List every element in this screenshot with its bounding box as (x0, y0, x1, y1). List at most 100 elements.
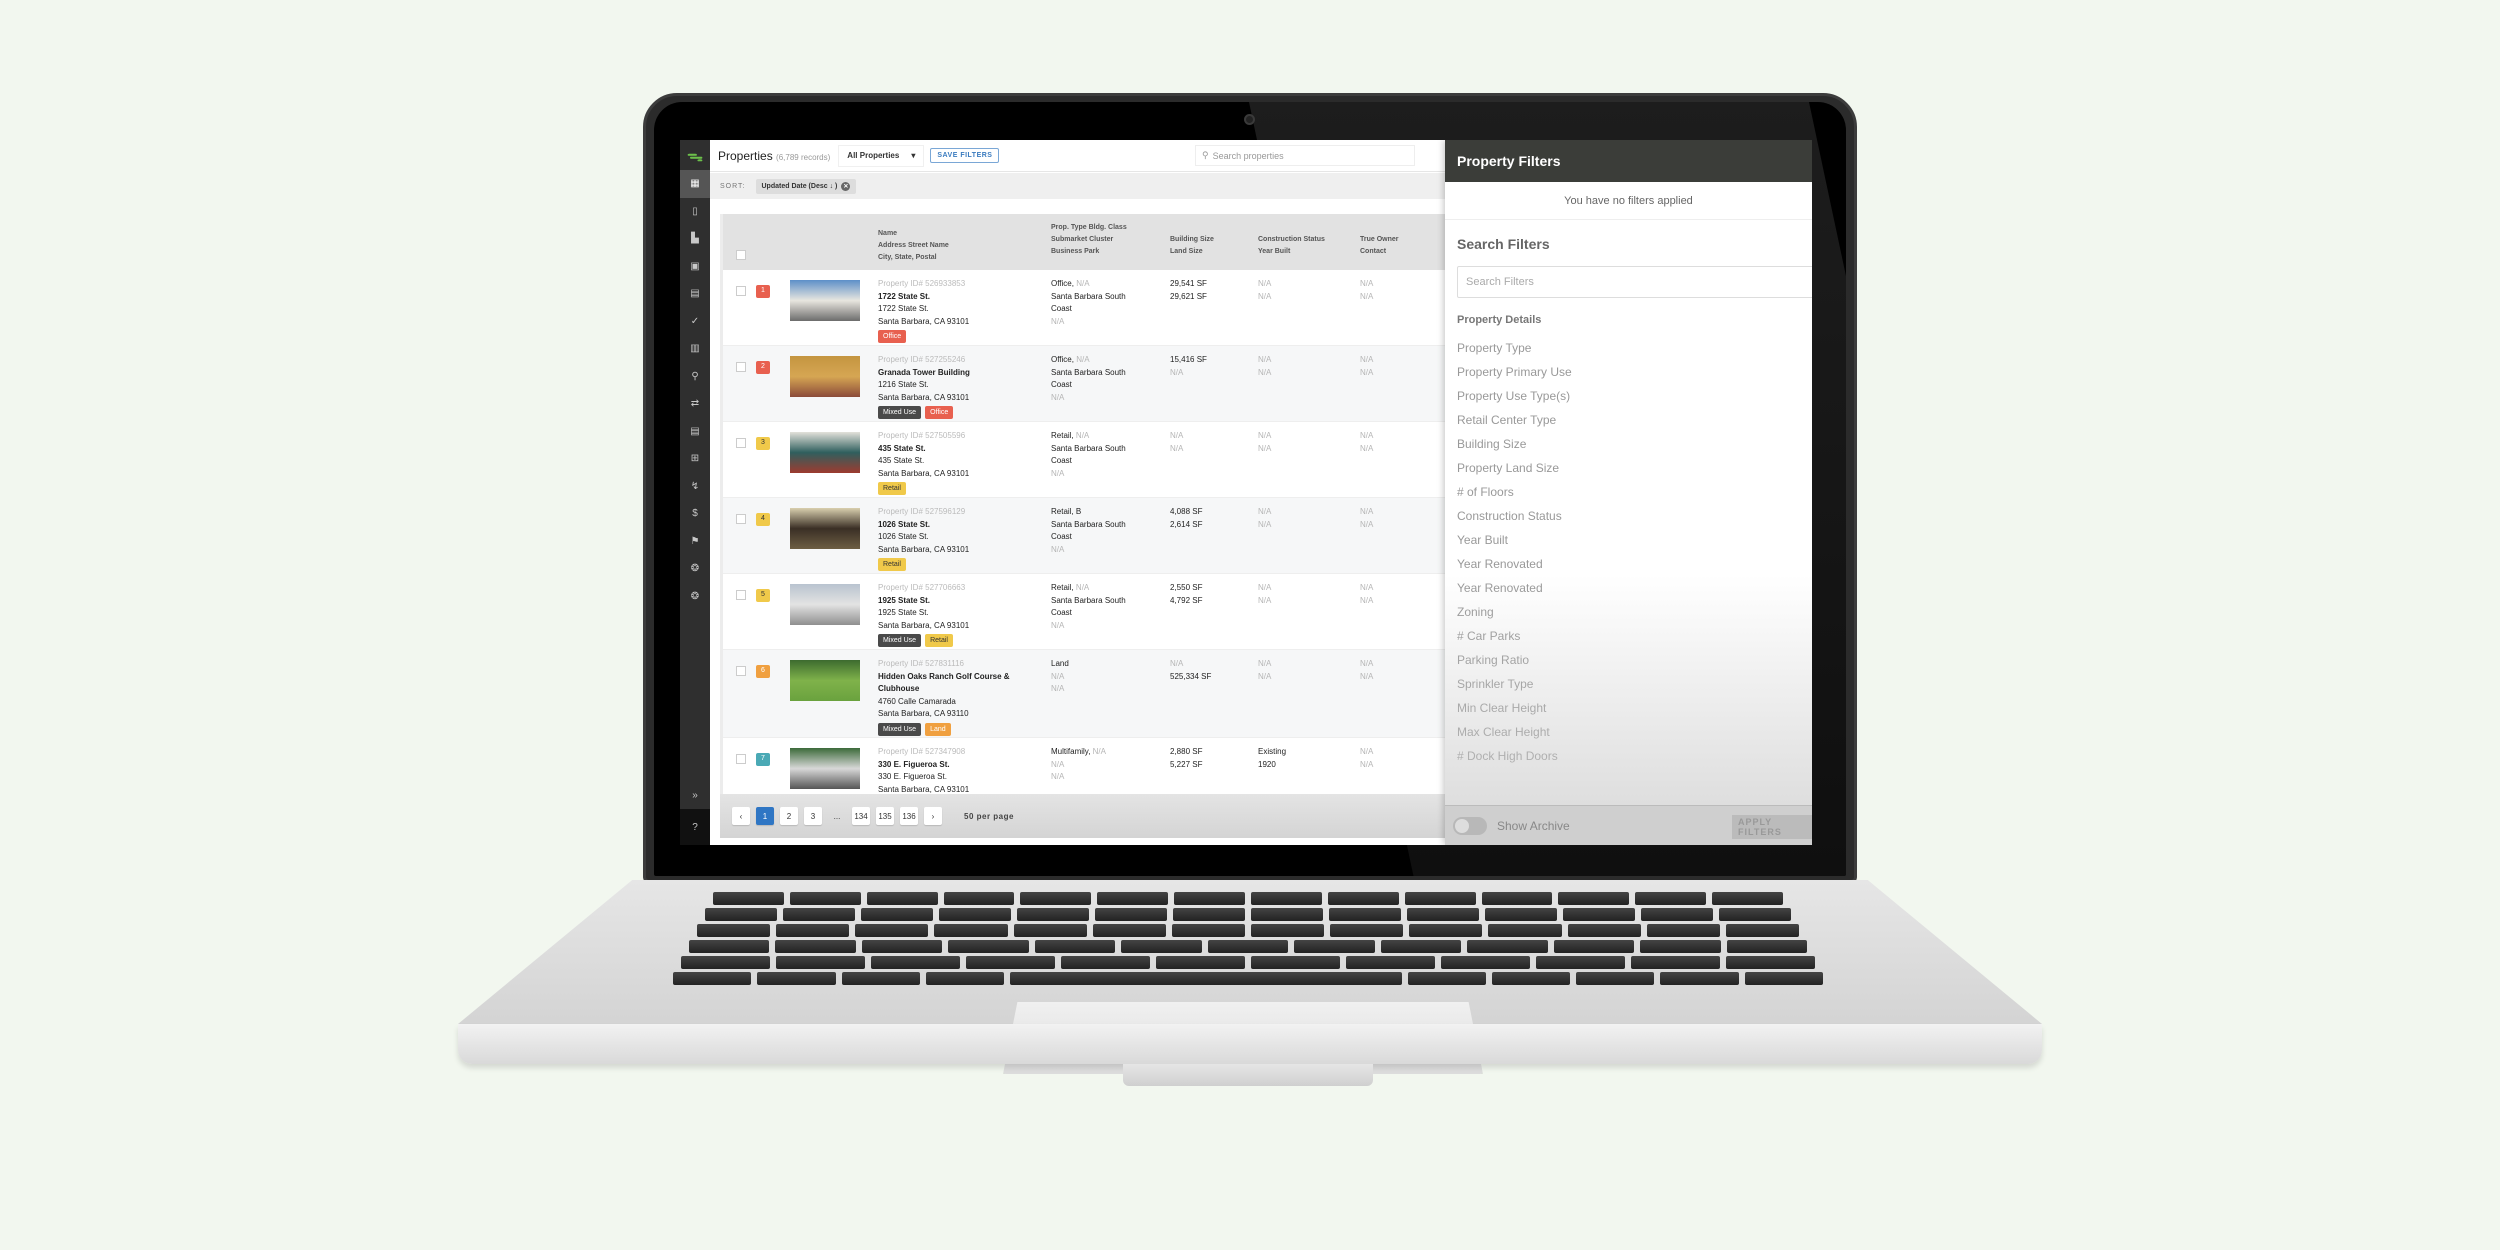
page-button[interactable]: 1 (756, 807, 774, 825)
true-owner: N/A (1360, 355, 1374, 364)
buildings-icon[interactable]: ▙ (680, 225, 710, 253)
filter-item[interactable]: Property Type (1457, 336, 1800, 360)
filter-item[interactable]: Building Size (1457, 432, 1800, 456)
page-button[interactable]: 134 (852, 807, 870, 825)
row-checkbox[interactable] (736, 438, 746, 448)
row-checkbox[interactable] (736, 514, 746, 524)
construction-status: Existing (1258, 747, 1287, 756)
filter-item[interactable]: Property Primary Use (1457, 360, 1800, 384)
flag-icon[interactable]: ⚑ (680, 528, 710, 556)
building-class: N/A (1075, 431, 1090, 440)
header-status[interactable]: Construction Status Year Built (1258, 234, 1325, 258)
size-cell: 2,880 SF 5,227 SF (1170, 746, 1202, 771)
filter-item[interactable]: Year Built (1457, 528, 1800, 552)
property-name-link[interactable]: 1925 State St. (878, 595, 969, 608)
header-name[interactable]: Name Address Street Name City, State, Po… (878, 228, 949, 264)
filter-item[interactable]: Construction Status (1457, 504, 1800, 528)
checkmarks-icon[interactable]: ✓ (680, 308, 710, 336)
view-select[interactable]: All Properties ▾ (838, 144, 925, 167)
page-button[interactable]: 2 (780, 807, 798, 825)
key (1646, 924, 1720, 937)
land-size: 525,334 SF (1170, 671, 1212, 681)
type-tag: Mixed Use (878, 406, 922, 419)
key (1553, 940, 1635, 953)
filter-item[interactable]: Year Renovated (1457, 552, 1800, 576)
filter-item[interactable]: # of Floors (1457, 480, 1800, 504)
property-thumbnail[interactable] (790, 356, 860, 397)
page-button[interactable]: 135 (876, 807, 894, 825)
select-all-checkbox[interactable] (736, 250, 746, 260)
grid-icon[interactable]: ▦ (680, 170, 710, 198)
row-checkbox[interactable] (736, 754, 746, 764)
filter-item[interactable]: Property Land Size (1457, 456, 1800, 480)
per-page-select[interactable]: 50 per page (964, 812, 1014, 821)
sort-chip-label: Updated Date (Desc ↓ ) (761, 182, 838, 190)
page-title: Properties (6,789 records) (718, 149, 830, 163)
filters-title: Property Filters (1445, 140, 1812, 182)
page-button[interactable]: 3 (804, 807, 822, 825)
coins-icon[interactable]: ❂ (680, 555, 710, 583)
property-name-link[interactable]: 1026 State St. (878, 519, 969, 532)
key (688, 940, 770, 953)
filter-item[interactable]: Property Use Type(s) (1457, 384, 1800, 408)
company-icon[interactable]: ▥ (680, 335, 710, 363)
search-input[interactable]: ⚲ Search properties (1195, 145, 1415, 166)
property-thumbnail[interactable] (790, 432, 860, 473)
header-construction-status: Construction Status (1258, 236, 1325, 243)
true-owner: N/A (1360, 279, 1374, 288)
row-checkbox[interactable] (736, 286, 746, 296)
remove-sort-icon[interactable]: ✕ (841, 181, 851, 191)
location-pin-icon[interactable]: ⚲ (680, 363, 710, 391)
key (1712, 892, 1784, 905)
coins-alt-icon[interactable]: ❂ (680, 583, 710, 611)
save-filters-button[interactable]: SAVE FILTERS (930, 148, 1000, 163)
name-cell: Property ID# 527347908 330 E. Figueroa S… (878, 746, 969, 794)
property-name-link[interactable]: Granada Tower Building (878, 367, 970, 380)
help-chat-icon[interactable]: ? (680, 809, 710, 845)
show-archive-toggle[interactable] (1453, 816, 1487, 835)
property-thumbnail[interactable] (790, 660, 860, 701)
expand-sidebar-icon[interactable]: » (680, 782, 710, 810)
property-thumbnail[interactable] (790, 584, 860, 625)
filter-item[interactable]: Retail Center Type (1457, 408, 1800, 432)
next-page-button[interactable]: › (924, 807, 942, 825)
document-location-icon[interactable]: ▤ (680, 280, 710, 308)
size-cell: N/A 525,334 SF (1170, 658, 1211, 683)
property-thumbnail[interactable] (790, 748, 860, 789)
page-ellipsis: ... (833, 811, 841, 821)
dollar-icon[interactable]: $ (680, 500, 710, 528)
property-name-link[interactable]: 330 E. Figueroa St. (878, 759, 969, 772)
property-details-group[interactable]: Property Details (1457, 314, 1800, 326)
header-owner[interactable]: True Owner Contact (1360, 234, 1399, 258)
map-icon[interactable]: ▯ (680, 198, 710, 226)
page-button[interactable]: 136 (900, 807, 918, 825)
app-logo-icon[interactable]: ᯓ (680, 140, 710, 170)
property-name-link[interactable]: 435 State St. (878, 443, 969, 456)
owner-cell: N/A N/A (1360, 430, 1373, 455)
contact-card-icon[interactable]: ▣ (680, 253, 710, 281)
row-checkbox[interactable] (736, 666, 746, 676)
prev-page-button[interactable]: ‹ (732, 807, 750, 825)
key (1380, 940, 1462, 953)
clipboard-icon[interactable]: ▤ (680, 418, 710, 446)
land-size: N/A (1170, 367, 1184, 377)
property-name-link[interactable]: Hidden Oaks Ranch Golf Course & Clubhous… (878, 671, 1013, 696)
property-thumbnail[interactable] (790, 280, 860, 321)
property-city: Santa Barbara, CA 93101 (878, 620, 970, 630)
header-size[interactable]: Building Size Land Size (1170, 234, 1214, 258)
trend-icon[interactable]: ↯ (680, 473, 710, 501)
table-icon[interactable]: ⊞ (680, 445, 710, 473)
search-filters-input[interactable]: Search Filters (1457, 266, 1812, 298)
row-checkbox[interactable] (736, 362, 746, 372)
key (1407, 908, 1479, 921)
header-type[interactable]: Prop. Type Bldg. Class Submarket Cluster… (1051, 222, 1127, 258)
transfer-icon[interactable]: ⇄ (680, 390, 710, 418)
property-name-link[interactable]: 1722 State St. (878, 291, 969, 304)
key (1346, 956, 1435, 969)
sort-chip[interactable]: Updated Date (Desc ↓ ) ✕ (755, 178, 857, 194)
property-thumbnail[interactable] (790, 508, 860, 549)
property-address: 4760 Calle Camarada (878, 696, 956, 706)
apply-filters-button[interactable]: APPLY FILTERS (1732, 815, 1812, 839)
row-checkbox[interactable] (736, 590, 746, 600)
business-park: N/A (1051, 620, 1065, 630)
